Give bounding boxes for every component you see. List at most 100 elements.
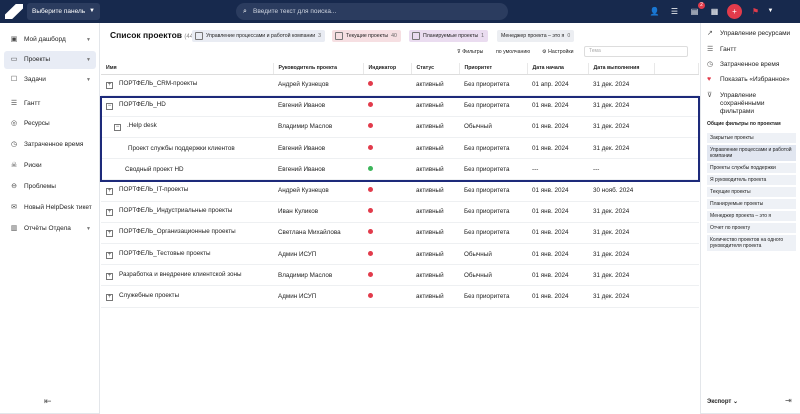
filter-chip[interactable]: Текущие проекты 40	[332, 30, 401, 42]
empty-cell	[654, 95, 699, 117]
table-row[interactable]: + ПОРТФЕЛЬ_Индустриальные проекты Иван Кул…	[101, 201, 699, 223]
sidebar-item[interactable]: ▥ Отчёты Отдела ▼	[4, 220, 96, 238]
chevron-down-icon[interactable]: ▼	[763, 4, 778, 19]
project-name-link[interactable]: ПОРТФЕЛЬ_Организационные проекты	[119, 228, 236, 235]
expand-icon[interactable]: +	[106, 230, 113, 238]
table-row[interactable]: − ПОРТФЕЛЬ_HD Евгений Иванов активный Без пр…	[101, 95, 699, 117]
sliders-icon[interactable]: ☰	[667, 4, 682, 19]
sidebar-item[interactable]: ✉ Новый HelpDesk тикет	[4, 199, 96, 217]
manager-cell: Светлана Михайлова	[273, 222, 363, 245]
gantt-icon: ☰	[10, 100, 18, 107]
priority-cell: Обычный	[459, 243, 527, 266]
table-row[interactable]: Сводный проект HD Евгений Иванов активный Б…	[101, 158, 699, 181]
table-row[interactable]: + Разработка и внедрение клиентской зоны В…	[101, 264, 699, 287]
table-row[interactable]: + ПОРТФЕЛЬ_CRM-проекты Андрей Кузнецов акти…	[101, 74, 699, 96]
column-header[interactable]: Дата начала	[527, 63, 589, 75]
due-date-cell: 31 дек. 2024	[588, 95, 654, 117]
saved-filter-item[interactable]: Проекты службы поддержки	[707, 163, 796, 173]
saved-filter-item[interactable]: Закрытые проекты	[707, 133, 796, 143]
column-header[interactable]: Имя	[101, 63, 274, 75]
sidebar-item[interactable]: ▭ Проекты ▼	[4, 51, 96, 69]
expand-icon[interactable]: +	[106, 293, 113, 301]
expand-icon[interactable]: +	[106, 188, 113, 196]
panel-action[interactable]: ↗ Управление ресурсами	[707, 30, 797, 38]
table-row[interactable]: + ПОРТФЕЛЬ_IT-проекты Андрей Кузнецов актив…	[101, 179, 699, 202]
table-row[interactable]: + Служебные проекты Админ ИСУП активный Без …	[101, 285, 699, 308]
sidebar-item[interactable]: ◷ Затраченное время	[4, 136, 96, 154]
saved-filter-item[interactable]: Управление процессами и работой компании	[707, 145, 796, 161]
project-name-link[interactable]: ПОРТФЕЛЬ_Тестовые проекты	[119, 250, 210, 257]
sidebar-item[interactable]: ☐ Задачи ▼	[4, 71, 96, 89]
project-name-link[interactable]: ПОРТФЕЛЬ_IT-проекты	[119, 186, 188, 193]
status-indicator-icon	[368, 102, 373, 108]
column-header[interactable]: Индикатор	[363, 63, 412, 75]
project-name-link[interactable]: ПОРТФЕЛЬ_Индустриальные проекты	[119, 207, 232, 214]
plus-icon[interactable]: +	[727, 4, 742, 19]
sidebar-item[interactable]: ▣ Мой дашборд ▼	[4, 31, 96, 49]
indicator-cell	[363, 243, 411, 266]
priority-cell: Без приоритета	[459, 158, 527, 181]
filter-chip[interactable]: Планируемые проекты 1	[409, 30, 489, 42]
project-name-link[interactable]: Проект службы поддержки клиентов	[128, 145, 235, 152]
default-filter-button[interactable]: по умолчанию	[496, 48, 530, 57]
column-header[interactable]: Статус	[411, 63, 460, 75]
settings-button[interactable]: ⚙ Настройки	[542, 48, 574, 57]
project-name-link[interactable]: Служебные проекты	[119, 292, 179, 299]
collapse-sidebar-icon[interactable]: ⇤	[44, 396, 52, 407]
project-name-link[interactable]: ПОРТФЕЛЬ_CRM-проекты	[119, 80, 197, 87]
column-header[interactable]: Приоритет	[459, 63, 528, 75]
flag-icon[interactable]: ⚑	[748, 4, 763, 19]
sidebar-item[interactable]: ◎ Ресурсы	[4, 115, 96, 133]
collapse-icon[interactable]: −	[106, 103, 113, 111]
saved-filter-item[interactable]: Менеджер проекта – это я	[707, 211, 796, 221]
export-button[interactable]: Экспорт ⌄	[707, 398, 738, 405]
sidebar-item[interactable]: ☰ Гантт	[4, 95, 96, 113]
panel-action[interactable]: ☰ Гантт	[707, 46, 797, 54]
expand-icon[interactable]: ⇥	[785, 396, 792, 405]
collapse-icon[interactable]: −	[114, 124, 121, 132]
saved-filter-item[interactable]: Планируемые проекты	[707, 199, 796, 209]
app-logo[interactable]	[5, 4, 23, 19]
column-header[interactable]: Руководитель проекта	[273, 63, 364, 75]
project-name-link[interactable]: Разработка и внедрение клиентской зоны	[119, 271, 242, 278]
filter-chip[interactable]: Управление процессами и работой компании…	[192, 30, 326, 42]
table-row[interactable]: + ПОРТФЕЛЬ_Тестовые проекты Админ ИСУП акти…	[101, 243, 699, 266]
clock-icon: ◷	[10, 141, 18, 148]
calendar-icon[interactable]: ▦	[707, 4, 722, 19]
saved-filter-item[interactable]: Количество проектов на одного руководите…	[707, 235, 796, 251]
main-content: Список проектов (44) Управление процесса…	[100, 23, 700, 414]
expand-icon[interactable]: +	[106, 251, 113, 259]
panel-action[interactable]: ◷ Затраченное время	[707, 61, 797, 69]
due-date-cell: 31 дек. 2024	[588, 222, 654, 245]
table-row[interactable]: Проект службы поддержки клиентов Евгений …	[101, 137, 699, 160]
empty-cell	[654, 285, 699, 308]
column-header[interactable]: Дата выполнения	[588, 63, 655, 75]
global-search-input[interactable]: ⌕ Введите текст для поиска...	[236, 3, 508, 20]
filter-chip[interactable]: Менеджер проекта – это я0	[497, 30, 575, 42]
priority-cell: Обычный	[459, 116, 527, 139]
chevron-down-icon: ▼	[89, 8, 95, 14]
panel-select[interactable]: Выберите панель ▼	[27, 3, 100, 20]
panel-action[interactable]: ♥ Показать «Избранное»	[707, 76, 797, 84]
saved-filter-item[interactable]: Отчет по проекту	[707, 223, 796, 233]
expand-icon[interactable]: +	[106, 82, 113, 90]
saved-filter-item[interactable]: Текущие проекты	[707, 187, 796, 197]
topic-filter-input[interactable]: Тема	[584, 46, 688, 57]
sidebar-item-label: Задачи	[24, 76, 46, 83]
status-cell: активный	[411, 74, 459, 96]
sidebar-item[interactable]: ☠ Риски	[4, 157, 96, 175]
project-name-link[interactable]: ПОРТФЕЛЬ_HD	[119, 101, 166, 108]
table-row[interactable]: + ПОРТФЕЛЬ_Организационные проекты Светлан…	[101, 222, 699, 245]
panel-action[interactable]: ⊽ Управление сохранёнными фильтрами	[707, 92, 797, 116]
project-name-link[interactable]: Сводный проект HD	[125, 166, 184, 173]
user-icon[interactable]: 👤	[647, 4, 662, 19]
expand-icon[interactable]: +	[106, 209, 113, 217]
sidebar-item[interactable]: ⊖ Проблемы	[4, 178, 96, 196]
table-row[interactable]: − .Help desk Владимир Маслов активный Обычны…	[101, 116, 699, 139]
project-name-link[interactable]: .Help desk	[127, 122, 157, 129]
expand-icon[interactable]: +	[106, 272, 113, 280]
manager-cell: Владимир Маслов	[273, 264, 363, 287]
saved-filter-item[interactable]: Я руководитель проекта	[707, 175, 796, 185]
filters-button[interactable]: ⊽ Фильтры	[457, 48, 483, 57]
status-indicator-icon	[368, 123, 373, 129]
